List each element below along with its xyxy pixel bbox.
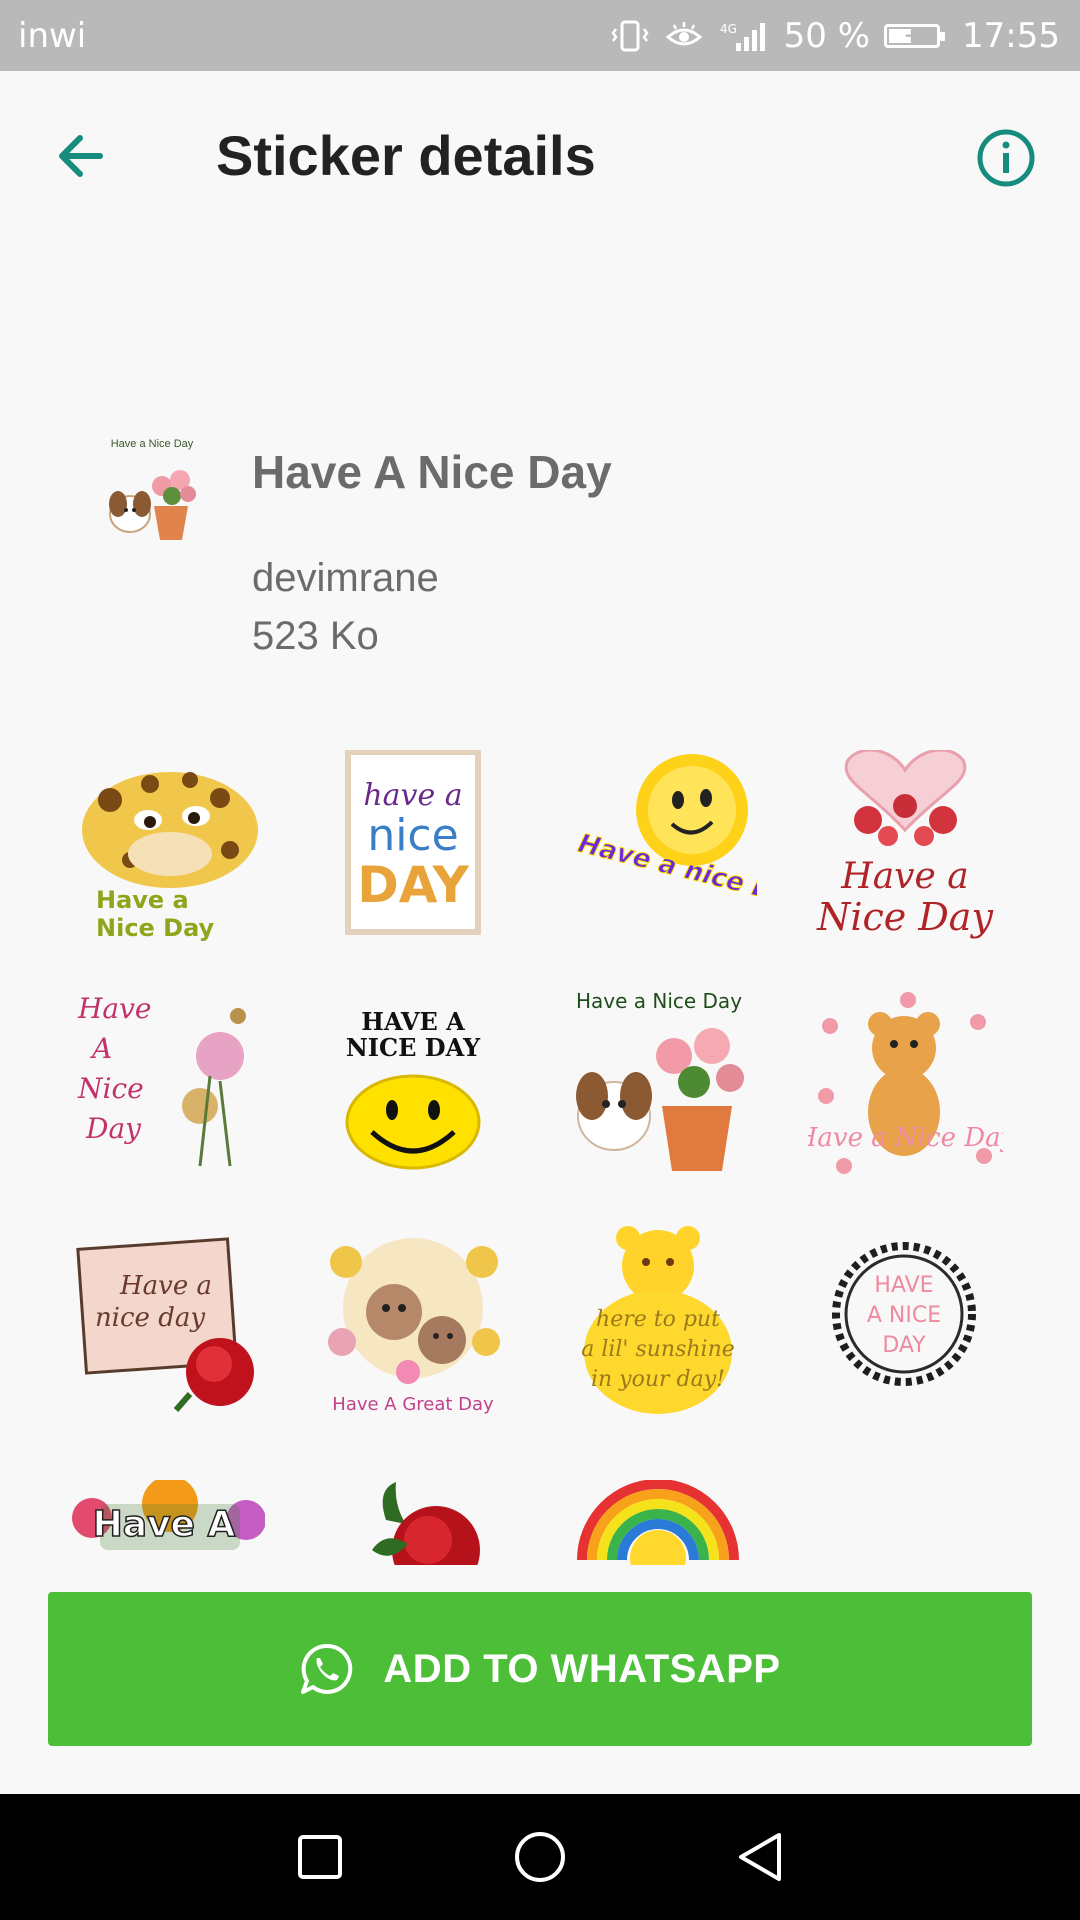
arrow-back-icon [59, 135, 103, 177]
pack-author: devimrane [252, 556, 439, 600]
clock: 17:55 [962, 15, 1060, 56]
carrier-name: inwi [18, 15, 87, 56]
sticker-text: Have A Great Day [332, 1394, 494, 1415]
sticker-heart-roses[interactable]: Have a Nice Day [808, 750, 1003, 945]
sticker-text: Day [85, 1112, 142, 1145]
sticker-text: HAVE [874, 1273, 933, 1298]
sticker-text: nice [367, 810, 458, 861]
signal-4g-icon: 4G [718, 19, 770, 53]
info-icon [977, 129, 1035, 187]
sticker-text: have a [363, 778, 462, 813]
info-button[interactable] [976, 128, 1036, 188]
sticker-text: Have A [93, 1504, 236, 1545]
battery-percent: 50 % [783, 15, 871, 56]
sticker-text: a lil' sunshine [581, 1337, 735, 1362]
sticker-text: HAVE A [361, 1007, 465, 1036]
triangle-back-icon [739, 1833, 781, 1881]
add-to-whatsapp-button[interactable]: ADD TO WHATSAPP [48, 1592, 1032, 1746]
sticker-rainbow[interactable] [562, 1480, 757, 1565]
status-bar: inwi 4G 50 % + 17:55 [0, 0, 1080, 71]
sticker-text: here to put [596, 1307, 720, 1332]
sticker-text: A [89, 1032, 112, 1065]
sticker-text: in your day! [591, 1367, 725, 1392]
sticker-text: DAY [357, 856, 469, 914]
sticker-kittens-flowers[interactable]: Have A Great Day [316, 1222, 511, 1417]
pack-size: 523 Ko [252, 614, 379, 658]
network-type: 4G [720, 22, 737, 36]
add-to-whatsapp-label: ADD TO WHATSAPP [383, 1646, 781, 1691]
status-icons: 4G 50 % + 17:55 [610, 16, 1060, 56]
sticker-smiling-sun[interactable]: Have a nice Day! [562, 750, 757, 945]
eye-comfort-icon [664, 19, 704, 53]
sticker-daisies[interactable]: Have A [70, 1480, 265, 1565]
back-button[interactable] [52, 126, 112, 186]
sticker-grid: Have a Nice Day have a nice DAY Have a n… [0, 750, 1080, 1565]
sticker-text: Nice Day [96, 914, 215, 942]
pack-tray-icon: Have a Nice Day [96, 438, 208, 550]
sticker-text: Have a Nice Day [808, 1123, 1003, 1153]
sticker-red-rose[interactable] [316, 1480, 511, 1565]
sticker-note-rose[interactable]: Have a nice day [70, 1222, 265, 1417]
back-nav-button[interactable] [730, 1827, 790, 1887]
whatsapp-icon [301, 1643, 353, 1694]
sticker-text: NICE DAY [346, 1033, 481, 1062]
circle-icon [515, 1832, 565, 1882]
sticker-puppy-flowerpot[interactable]: Have a Nice Day [562, 986, 757, 1181]
page-title: Sticker details [216, 124, 596, 187]
vibrate-icon [610, 19, 650, 53]
sticker-text: Have a Nice Day [576, 989, 742, 1013]
sticker-text: nice day [95, 1303, 205, 1333]
pack-icon-caption: Have a Nice Day [110, 438, 194, 450]
app-bar: Sticker details [0, 71, 1080, 241]
sticker-smiley-face[interactable]: HAVE A NICE DAY [316, 986, 511, 1181]
sticker-teddy-bear[interactable]: Have a Nice Day [808, 986, 1003, 1181]
sticker-text: Nice Day [816, 895, 993, 939]
sticker-laurel-wreath[interactable]: HAVE A NICE DAY [808, 1222, 1003, 1417]
puppy-flowerpot-icon [109, 470, 196, 540]
sticker-text: DAY [882, 1333, 926, 1358]
sticker-rose-bouquet[interactable]: Have A Nice Day [70, 986, 265, 1181]
sticker-text: Have a [96, 886, 189, 914]
recent-apps-button[interactable] [290, 1827, 350, 1887]
sticker-text: Have [77, 992, 152, 1025]
square-icon [298, 1835, 342, 1879]
navigation-bar [0, 1794, 1080, 1920]
sticker-text: Nice [77, 1072, 144, 1105]
sticker-text: Have a [119, 1271, 212, 1301]
sticker-text: A NICE [867, 1303, 941, 1328]
sticker-framed-nice-day[interactable]: have a nice DAY [316, 750, 511, 945]
home-button[interactable] [510, 1827, 570, 1887]
pack-name: Have A Nice Day [252, 446, 612, 498]
sticker-text: Have a [840, 856, 968, 897]
sticker-sunshine-bear[interactable]: here to put a lil' sunshine in your day! [562, 1222, 757, 1417]
battery-charging-icon: + [884, 23, 946, 48]
sticker-giraffe[interactable]: Have a Nice Day [70, 750, 265, 945]
